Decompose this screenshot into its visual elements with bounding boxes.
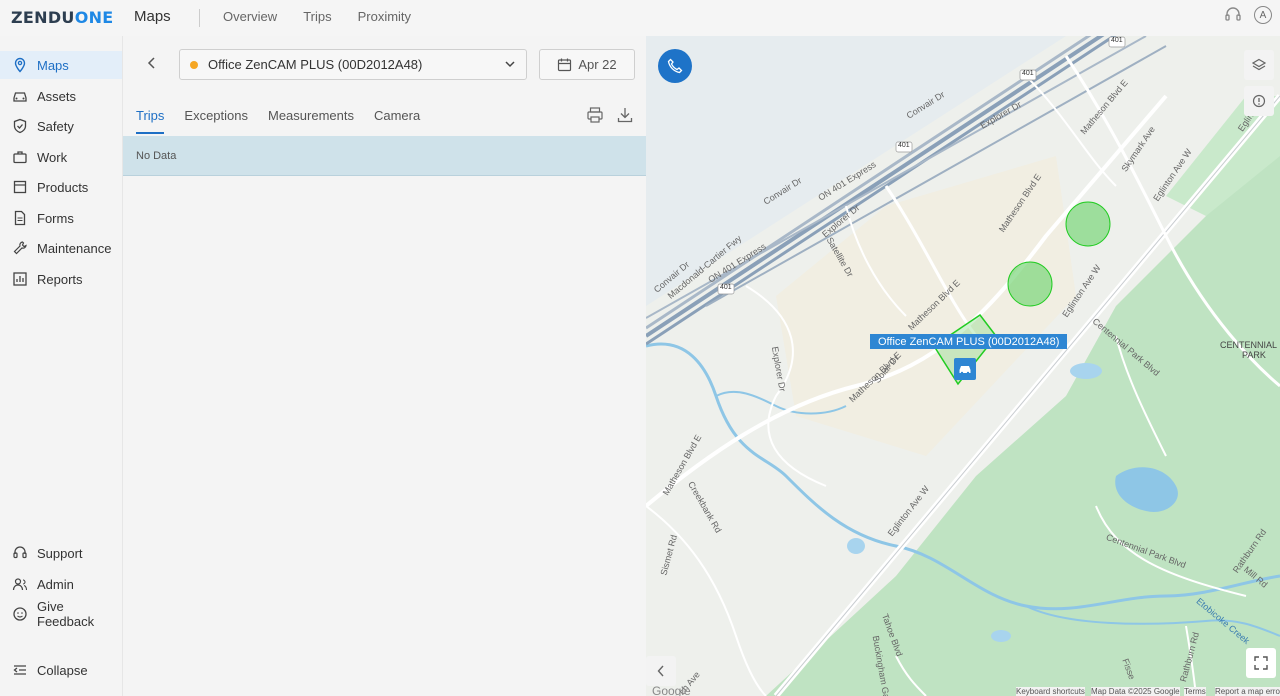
sidebar-item-safety[interactable]: Safety bbox=[0, 112, 122, 140]
top-right-actions: A bbox=[1224, 6, 1272, 24]
map-pin-icon bbox=[14, 57, 26, 73]
device-select-value: Office ZenCAM PLUS (00D2012A48) bbox=[208, 57, 423, 72]
panel-tabs: Trips Exceptions Measurements Camera bbox=[136, 108, 440, 134]
shield-icon bbox=[13, 118, 27, 134]
panel-actions bbox=[586, 106, 634, 124]
sidebar-item-label: Maps bbox=[37, 57, 69, 73]
tab-camera[interactable]: Camera bbox=[374, 108, 420, 134]
collapse-icon bbox=[13, 665, 26, 675]
vehicle-label[interactable]: Office ZenCAM PLUS (00D2012A48) bbox=[870, 334, 1068, 349]
car-icon bbox=[959, 366, 971, 375]
chevron-down-icon bbox=[505, 61, 515, 68]
top-bar: ZENDUONE Maps Overview Trips Proximity A bbox=[0, 0, 1280, 36]
app-logo[interactable]: ZENDUONE bbox=[11, 8, 114, 27]
sidebar-item-support[interactable]: Support bbox=[0, 539, 122, 567]
sidebar-item-work[interactable]: Work bbox=[0, 143, 122, 171]
calendar-icon bbox=[558, 58, 572, 72]
chevron-left-icon bbox=[147, 57, 155, 69]
layers-button[interactable] bbox=[1244, 50, 1274, 80]
keyboard-shortcuts-link[interactable]: Keyboard shortcuts bbox=[1016, 687, 1085, 696]
back-button[interactable] bbox=[142, 52, 162, 74]
tab-trips[interactable]: Trips bbox=[136, 108, 165, 134]
map-view[interactable]: 401 401 401 401 Convair Dr Convair Dr Co… bbox=[646, 36, 1280, 696]
nav-trips[interactable]: Trips bbox=[303, 9, 331, 24]
trip-panel: Office ZenCAM PLUS (00D2012A48) Apr 22 T… bbox=[122, 36, 647, 696]
sidebar: Maps Assets Safety Work Products Forms M… bbox=[0, 36, 122, 696]
park-label: PARK bbox=[1242, 350, 1266, 360]
sidebar-item-products[interactable]: Products bbox=[0, 173, 122, 201]
briefcase-icon bbox=[13, 151, 27, 164]
tab-exceptions[interactable]: Exceptions bbox=[184, 108, 248, 134]
sidebar-collapse-button[interactable]: Collapse bbox=[0, 656, 122, 684]
empty-state-banner: No Data bbox=[123, 136, 647, 176]
nav-proximity[interactable]: Proximity bbox=[358, 9, 411, 24]
call-button[interactable] bbox=[658, 49, 692, 83]
date-picker-button[interactable]: Apr 22 bbox=[539, 49, 635, 80]
fullscreen-button[interactable] bbox=[1246, 648, 1276, 678]
top-nav: Overview Trips Proximity bbox=[223, 9, 411, 24]
sidebar-item-label: Reports bbox=[37, 271, 83, 287]
headset-icon bbox=[13, 546, 27, 559]
user-avatar[interactable]: A bbox=[1254, 6, 1272, 24]
sidebar-item-label: Assets bbox=[37, 88, 77, 104]
sidebar-item-label: Maintenance bbox=[37, 240, 112, 256]
report-map-error-link[interactable]: Report a map error bbox=[1215, 687, 1280, 696]
park-label: CENTENNIAL bbox=[1220, 340, 1278, 350]
sidebar-item-forms[interactable]: Forms bbox=[0, 204, 122, 232]
hwy-shield-label: 401 bbox=[1022, 70, 1034, 77]
document-icon bbox=[14, 210, 26, 226]
device-select[interactable]: Office ZenCAM PLUS (00D2012A48) bbox=[179, 49, 527, 80]
google-logo[interactable]: Google bbox=[652, 684, 691, 696]
wrench-icon bbox=[13, 241, 27, 255]
sidebar-item-label: Products bbox=[37, 179, 89, 195]
hwy-shield-label: 401 bbox=[1111, 37, 1123, 44]
print-icon[interactable] bbox=[586, 106, 604, 124]
sidebar-item-label: Collapse bbox=[37, 662, 88, 678]
empty-state-text: No Data bbox=[136, 149, 177, 162]
layers-icon bbox=[1252, 58, 1266, 71]
map-data-attribution: Map Data ©2025 Google bbox=[1091, 687, 1180, 696]
date-value: Apr 22 bbox=[578, 57, 617, 72]
phone-icon bbox=[667, 58, 683, 74]
headset-icon[interactable] bbox=[1224, 6, 1242, 24]
sidebar-item-reports[interactable]: Reports bbox=[0, 265, 122, 293]
users-icon bbox=[12, 578, 28, 591]
feedback-icon bbox=[13, 607, 27, 621]
sidebar-item-maintenance[interactable]: Maintenance bbox=[0, 234, 122, 262]
chart-icon bbox=[13, 272, 27, 286]
nav-overview[interactable]: Overview bbox=[223, 9, 277, 24]
collapse-panel-button[interactable] bbox=[646, 656, 676, 686]
info-icon bbox=[1252, 94, 1266, 108]
device-status-dot bbox=[190, 60, 198, 69]
sidebar-item-label: Support bbox=[37, 545, 83, 561]
sidebar-item-maps[interactable]: Maps bbox=[0, 51, 122, 79]
logo-text-accent: ONE bbox=[74, 8, 114, 27]
sidebar-item-label: Work bbox=[37, 149, 68, 165]
logo-text-primary: ZENDU bbox=[11, 8, 75, 27]
download-icon[interactable] bbox=[616, 106, 634, 124]
terms-link[interactable]: Terms bbox=[1184, 687, 1206, 696]
box-icon bbox=[13, 180, 27, 194]
vehicle-marker[interactable] bbox=[954, 358, 976, 380]
chevron-left-icon bbox=[657, 665, 664, 677]
top-divider bbox=[199, 9, 200, 27]
sidebar-item-admin[interactable]: Admin bbox=[0, 570, 122, 598]
hwy-shield-label: 401 bbox=[898, 142, 910, 149]
page-title: Maps bbox=[134, 8, 171, 25]
hwy-shield-label: 401 bbox=[720, 284, 732, 291]
sidebar-item-label: Give Feedback bbox=[37, 599, 95, 629]
sidebar-item-label: Admin bbox=[37, 576, 74, 592]
sidebar-item-give-feedback[interactable]: Give Feedback bbox=[0, 599, 122, 629]
car-icon bbox=[13, 92, 27, 102]
sidebar-item-label: Safety bbox=[37, 118, 74, 134]
sidebar-item-assets[interactable]: Assets bbox=[0, 82, 122, 110]
fullscreen-icon bbox=[1254, 656, 1268, 670]
info-button[interactable] bbox=[1244, 86, 1274, 116]
sidebar-item-label: Forms bbox=[37, 210, 74, 226]
tab-measurements[interactable]: Measurements bbox=[268, 108, 354, 134]
